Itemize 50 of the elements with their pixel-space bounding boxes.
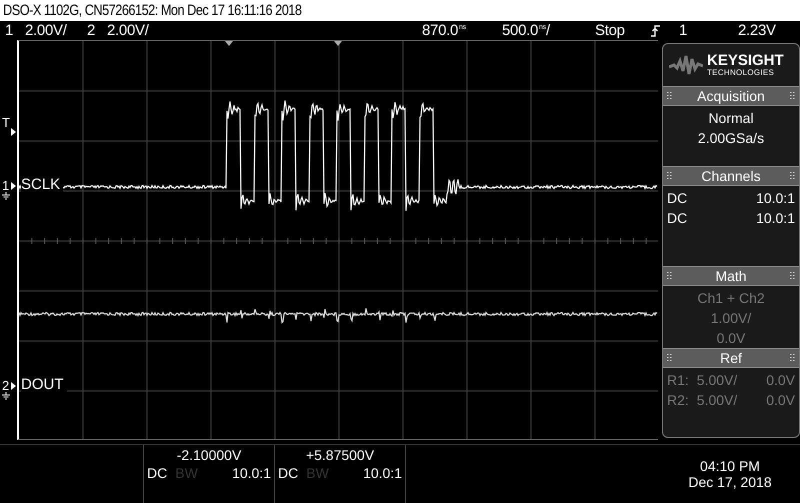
channel-number: 1: [5, 22, 14, 39]
probe-ratio: 10.0:1: [363, 464, 402, 483]
channel-offset: -2.10000V: [176, 446, 242, 463]
channel-arrow-icon: [11, 182, 16, 190]
brand-logo: KEYSIGHT TECHNOLOGIES: [707, 52, 784, 77]
ref-offset: 0.0V: [766, 370, 795, 390]
trigger-arrow-icon: [11, 128, 16, 136]
channel-number: 2: [87, 22, 96, 39]
coupling-value: DC: [667, 208, 688, 228]
acquisition-value: 2.00GSa/s: [696, 128, 766, 148]
ground-icon: [1, 192, 11, 200]
channel-arrow-icon: [11, 382, 16, 390]
trigger-level: 2.23V: [738, 22, 776, 39]
ref-scale: 5.00V/: [696, 390, 738, 410]
window-title: DSO-X 1102G, CN57266152: Mon Dec 17 16:11:16 2018: [3, 2, 302, 19]
probe-ratio: 10.0:1: [232, 464, 271, 483]
ref-name: R1:: [667, 370, 689, 390]
channel-marker: 1: [2, 178, 10, 193]
math-value: 1.00V/: [710, 308, 752, 328]
delay-marker-icon: [225, 40, 233, 46]
ref-scale: 5.00V/: [696, 370, 738, 390]
section-header: Channels: [663, 166, 799, 186]
clock-date: Dec 17, 2018: [688, 474, 772, 490]
trigger-source: 1: [679, 22, 688, 39]
section-header: Ref: [663, 348, 799, 368]
clock-time: 04:10 PM: [700, 458, 760, 474]
wave-logo-icon: [669, 54, 703, 75]
coupling-value: DC: [278, 464, 298, 483]
probe-ratio: 10.0:1: [756, 208, 795, 228]
probe-ratio: 10.0:1: [756, 188, 795, 208]
trace-label: SCLK: [21, 176, 64, 193]
trigger-marker: T: [2, 114, 10, 130]
run-state: Stop: [595, 22, 625, 39]
section-header: Math: [663, 266, 799, 286]
channel-scale: 2.00V/: [107, 22, 149, 39]
ref-name: R2:: [667, 390, 689, 410]
trace-label: DOUT: [21, 376, 66, 393]
center-marker-icon: [334, 40, 342, 46]
acquisition-value: Normal: [707, 108, 755, 128]
math-value: 0.0V: [716, 328, 746, 348]
section-header: Acquisition: [663, 86, 799, 106]
rising-edge-icon: [651, 24, 660, 37]
channel-offset: +5.87500V: [304, 446, 376, 463]
math-value: Ch1 + Ch2: [696, 288, 766, 308]
channel-scale: 2.00V/: [25, 22, 67, 39]
ref-offset: 0.0V: [766, 390, 795, 410]
ground-icon: [1, 392, 11, 400]
coupling-value: DC: [147, 464, 168, 483]
coupling-value: DC: [667, 188, 688, 208]
channel-marker: 2: [2, 378, 10, 393]
